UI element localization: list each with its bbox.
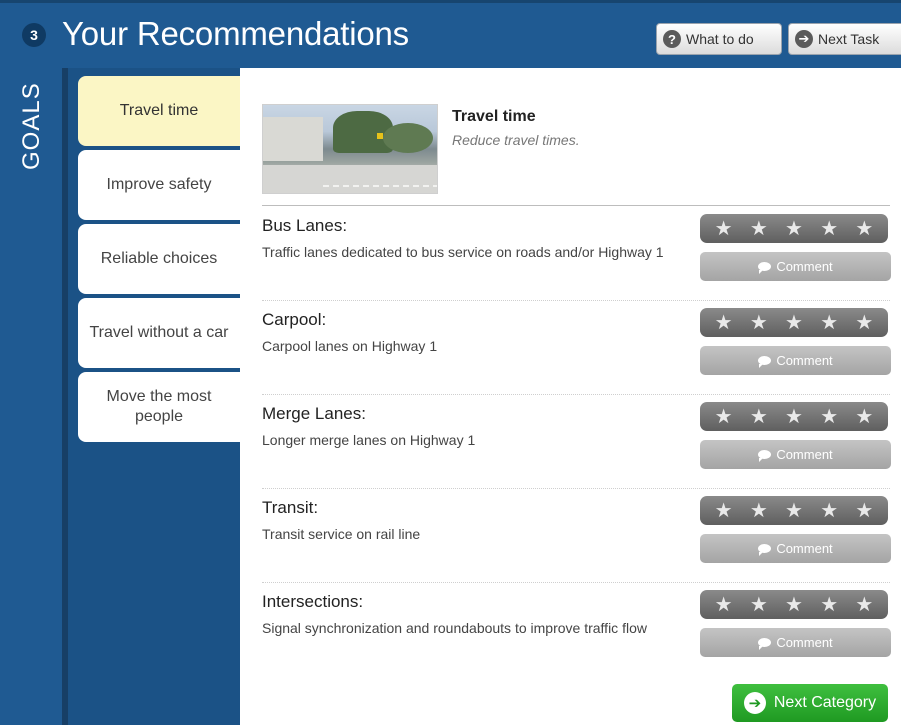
star-icon[interactable]: ★ (750, 501, 768, 521)
recommendation-description: Signal synchronization and roundabouts t… (262, 620, 647, 636)
star-rating[interactable]: ★ ★ ★ ★ ★ (700, 214, 888, 243)
star-icon[interactable]: ★ (750, 407, 768, 427)
star-icon[interactable]: ★ (715, 407, 733, 427)
recommendation-name: Merge Lanes: (262, 404, 366, 423)
star-rating[interactable]: ★ ★ ★ ★ ★ (700, 308, 888, 337)
recommendation-description: Carpool lanes on Highway 1 (262, 338, 438, 354)
star-rating[interactable]: ★ ★ ★ ★ ★ (700, 590, 888, 619)
goal-tab-label: Travel without a car (89, 324, 229, 341)
divider (262, 582, 890, 583)
recommendation-name: Transit: (262, 498, 319, 517)
divider (262, 205, 890, 206)
goal-tab-improve-safety[interactable]: Improve safety (78, 150, 240, 220)
star-icon[interactable]: ★ (715, 313, 733, 333)
star-icon[interactable]: ★ (715, 595, 733, 615)
star-icon[interactable]: ★ (855, 313, 873, 333)
page-title: Your Recommendations (62, 15, 409, 52)
star-rating[interactable]: ★ ★ ★ ★ ★ (700, 402, 888, 431)
question-icon: ? (663, 30, 681, 48)
star-icon[interactable]: ★ (785, 595, 803, 615)
star-icon[interactable]: ★ (750, 313, 768, 333)
comment-button[interactable]: Comment (700, 534, 891, 563)
goal-tab-label: Improve safety (106, 176, 212, 193)
recommendation-description: Traffic lanes dedicated to bus service o… (262, 244, 664, 260)
star-icon[interactable]: ★ (750, 595, 768, 615)
divider (262, 394, 890, 395)
recommendation-name: Intersections: (262, 592, 364, 611)
app: 3 Your Recommendations ? What to do ➔ Ne… (0, 0, 901, 725)
star-icon[interactable]: ★ (715, 219, 733, 239)
speech-bubble-icon (758, 262, 772, 274)
recommendation-name: Carpool: (262, 310, 327, 329)
star-icon[interactable]: ★ (785, 407, 803, 427)
header: 3 Your Recommendations ? What to do ➔ Ne… (0, 0, 901, 68)
comment-button[interactable]: Comment (700, 628, 891, 657)
comment-label: Comment (776, 259, 833, 274)
what-to-do-label: What to do (686, 31, 754, 47)
star-icon[interactable]: ★ (750, 219, 768, 239)
speech-bubble-icon (758, 638, 772, 650)
goal-tab-reliable-choices[interactable]: Reliable choices (78, 224, 240, 294)
recommendation-description: Transit service on rail line (262, 526, 421, 542)
speech-bubble-icon (758, 450, 772, 462)
what-to-do-button[interactable]: ? What to do (656, 23, 782, 55)
next-task-button[interactable]: ➔ Next Task (788, 23, 901, 55)
goal-tab-move-most-people[interactable]: Move the most people (78, 372, 240, 442)
goal-description: Reduce travel times. (452, 132, 580, 148)
next-task-label: Next Task (818, 31, 880, 47)
goal-tab-travel-time[interactable]: Travel time (78, 76, 250, 146)
star-icon[interactable]: ★ (820, 407, 838, 427)
step-badge: 3 (22, 23, 46, 47)
rail-label: GOALS (18, 82, 45, 170)
divider (262, 488, 890, 489)
star-icon[interactable]: ★ (715, 501, 733, 521)
arrow-right-icon: ➔ (743, 692, 766, 714)
goal-tab-label: Reliable choices (100, 250, 218, 267)
star-icon[interactable]: ★ (820, 501, 838, 521)
arrow-right-icon: ➔ (795, 30, 813, 48)
speech-bubble-icon (758, 544, 772, 556)
star-icon[interactable]: ★ (820, 219, 838, 239)
star-icon[interactable]: ★ (855, 407, 873, 427)
speech-bubble-icon (758, 356, 772, 368)
goal-tab-label: Move the most people (106, 388, 212, 425)
recommendations-panel: Travel time Reduce travel times. Bus Lan… (240, 68, 901, 725)
comment-label: Comment (776, 447, 833, 462)
comment-label: Comment (776, 635, 833, 650)
comment-button[interactable]: Comment (700, 440, 891, 469)
goal-photo (262, 104, 438, 194)
divider (262, 300, 890, 301)
next-category-label: Next Category (773, 694, 877, 711)
star-icon[interactable]: ★ (785, 501, 803, 521)
star-icon[interactable]: ★ (785, 313, 803, 333)
star-icon[interactable]: ★ (820, 595, 838, 615)
star-icon[interactable]: ★ (855, 219, 873, 239)
goal-name: Travel time (452, 108, 536, 125)
star-icon[interactable]: ★ (855, 595, 873, 615)
star-rating[interactable]: ★ ★ ★ ★ ★ (700, 496, 888, 525)
star-icon[interactable]: ★ (820, 313, 838, 333)
star-icon[interactable]: ★ (785, 219, 803, 239)
goals-rail: GOALS (0, 68, 62, 725)
recommendation-description: Longer merge lanes on Highway 1 (262, 432, 476, 448)
goals-list: Travel time Improve safety Reliable choi… (62, 68, 250, 725)
goal-tab-label: Travel time (119, 102, 199, 119)
comment-button[interactable]: Comment (700, 346, 891, 375)
comment-button[interactable]: Comment (700, 252, 891, 281)
next-category-button[interactable]: ➔ Next Category (732, 684, 888, 722)
recommendation-name: Bus Lanes: (262, 216, 348, 235)
goal-tab-travel-without-car[interactable]: Travel without a car (78, 298, 240, 368)
star-icon[interactable]: ★ (855, 501, 873, 521)
comment-label: Comment (776, 541, 833, 556)
comment-label: Comment (776, 353, 833, 368)
